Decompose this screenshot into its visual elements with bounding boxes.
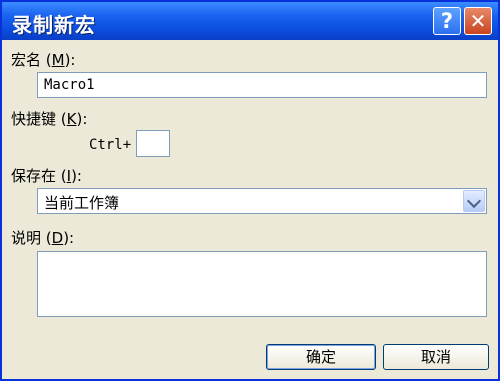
title-bar[interactable]: 录制新宏 ? ✕: [2, 2, 498, 40]
ok-button[interactable]: 确定: [266, 344, 376, 370]
dropdown-button[interactable]: [463, 190, 485, 212]
macro-name-input[interactable]: Macro1: [37, 72, 487, 98]
shortcut-label: 快捷键 (K):: [11, 110, 88, 128]
close-button[interactable]: ✕: [464, 7, 492, 35]
macro-name-value: Macro1: [44, 77, 95, 93]
ctrl-label: Ctrl+: [89, 137, 132, 153]
macro-name-label: 宏名 (M):: [11, 51, 76, 69]
help-button[interactable]: ?: [433, 7, 461, 35]
store-in-label: 保存在 (I):: [11, 167, 82, 185]
record-macro-dialog: 录制新宏 ? ✕ 宏名 (M): Macro1 快捷键 (K): Ctrl+ 保…: [0, 0, 500, 381]
chevron-down-icon: [466, 193, 482, 209]
dialog-title: 录制新宏: [12, 13, 96, 37]
description-textarea[interactable]: [37, 251, 487, 317]
cancel-button[interactable]: 取消: [383, 344, 489, 370]
shortcut-key-input[interactable]: [136, 130, 170, 157]
description-label: 说明 (D):: [11, 229, 75, 247]
store-in-select[interactable]: 当前工作簿: [37, 188, 487, 214]
store-in-selected: 当前工作簿: [44, 194, 120, 212]
